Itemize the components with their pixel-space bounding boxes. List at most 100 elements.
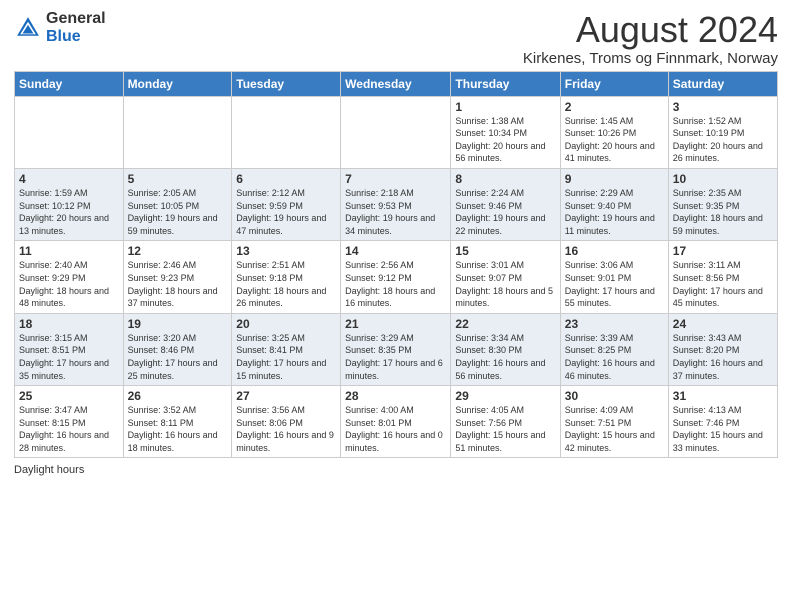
day-number: 13 (236, 244, 336, 258)
table-row: 7Sunrise: 2:18 AM Sunset: 9:53 PM Daylig… (341, 168, 451, 240)
day-info: Sunrise: 2:18 AM Sunset: 9:53 PM Dayligh… (345, 187, 446, 237)
calendar-body: 1Sunrise: 1:38 AM Sunset: 10:34 PM Dayli… (15, 96, 778, 458)
day-number: 28 (345, 389, 446, 403)
day-number: 11 (19, 244, 119, 258)
table-row: 20Sunrise: 3:25 AM Sunset: 8:41 PM Dayli… (232, 313, 341, 385)
calendar-row: 25Sunrise: 3:47 AM Sunset: 8:15 PM Dayli… (15, 386, 778, 458)
calendar-header: Sunday Monday Tuesday Wednesday Thursday… (15, 71, 778, 96)
day-number: 17 (673, 244, 773, 258)
table-row: 23Sunrise: 3:39 AM Sunset: 8:25 PM Dayli… (560, 313, 668, 385)
day-info: Sunrise: 1:52 AM Sunset: 10:19 PM Daylig… (673, 115, 773, 165)
day-number: 23 (565, 317, 664, 331)
day-number: 27 (236, 389, 336, 403)
subtitle: Kirkenes, Troms og Finnmark, Norway (523, 50, 778, 67)
col-sunday: Sunday (15, 71, 124, 96)
day-info: Sunrise: 3:43 AM Sunset: 8:20 PM Dayligh… (673, 332, 773, 382)
day-info: Sunrise: 4:09 AM Sunset: 7:51 PM Dayligh… (565, 404, 664, 454)
table-row: 17Sunrise: 3:11 AM Sunset: 8:56 PM Dayli… (668, 241, 777, 313)
month-title: August 2024 (523, 10, 778, 50)
table-row: 16Sunrise: 3:06 AM Sunset: 9:01 PM Dayli… (560, 241, 668, 313)
day-info: Sunrise: 1:45 AM Sunset: 10:26 PM Daylig… (565, 115, 664, 165)
day-info: Sunrise: 2:29 AM Sunset: 9:40 PM Dayligh… (565, 187, 664, 237)
day-number: 29 (455, 389, 555, 403)
table-row: 27Sunrise: 3:56 AM Sunset: 8:06 PM Dayli… (232, 386, 341, 458)
table-row: 24Sunrise: 3:43 AM Sunset: 8:20 PM Dayli… (668, 313, 777, 385)
table-row (123, 96, 232, 168)
day-number: 31 (673, 389, 773, 403)
calendar: Sunday Monday Tuesday Wednesday Thursday… (14, 71, 778, 459)
day-number: 19 (128, 317, 228, 331)
day-number: 18 (19, 317, 119, 331)
table-row: 25Sunrise: 3:47 AM Sunset: 8:15 PM Dayli… (15, 386, 124, 458)
day-number: 8 (455, 172, 555, 186)
day-number: 10 (673, 172, 773, 186)
table-row: 15Sunrise: 3:01 AM Sunset: 9:07 PM Dayli… (451, 241, 560, 313)
day-number: 14 (345, 244, 446, 258)
col-thursday: Thursday (451, 71, 560, 96)
logo-icon (14, 14, 42, 42)
day-number: 15 (455, 244, 555, 258)
table-row (232, 96, 341, 168)
header: General Blue August 2024 Kirkenes, Troms… (14, 10, 778, 67)
day-number: 3 (673, 100, 773, 114)
day-info: Sunrise: 2:35 AM Sunset: 9:35 PM Dayligh… (673, 187, 773, 237)
table-row: 21Sunrise: 3:29 AM Sunset: 8:35 PM Dayli… (341, 313, 451, 385)
logo-general-text: General (46, 10, 106, 28)
table-row: 9Sunrise: 2:29 AM Sunset: 9:40 PM Daylig… (560, 168, 668, 240)
day-info: Sunrise: 2:12 AM Sunset: 9:59 PM Dayligh… (236, 187, 336, 237)
day-number: 7 (345, 172, 446, 186)
day-info: Sunrise: 3:11 AM Sunset: 8:56 PM Dayligh… (673, 259, 773, 309)
day-info: Sunrise: 3:06 AM Sunset: 9:01 PM Dayligh… (565, 259, 664, 309)
day-info: Sunrise: 3:25 AM Sunset: 8:41 PM Dayligh… (236, 332, 336, 382)
day-info: Sunrise: 2:46 AM Sunset: 9:23 PM Dayligh… (128, 259, 228, 309)
table-row: 2Sunrise: 1:45 AM Sunset: 10:26 PM Dayli… (560, 96, 668, 168)
logo-blue-text: Blue (46, 28, 106, 46)
day-number: 21 (345, 317, 446, 331)
table-row: 6Sunrise: 2:12 AM Sunset: 9:59 PM Daylig… (232, 168, 341, 240)
col-wednesday: Wednesday (341, 71, 451, 96)
table-row: 5Sunrise: 2:05 AM Sunset: 10:05 PM Dayli… (123, 168, 232, 240)
table-row: 11Sunrise: 2:40 AM Sunset: 9:29 PM Dayli… (15, 241, 124, 313)
day-info: Sunrise: 4:05 AM Sunset: 7:56 PM Dayligh… (455, 404, 555, 454)
logo: General Blue (14, 10, 106, 45)
table-row: 22Sunrise: 3:34 AM Sunset: 8:30 PM Dayli… (451, 313, 560, 385)
day-info: Sunrise: 2:05 AM Sunset: 10:05 PM Daylig… (128, 187, 228, 237)
day-number: 30 (565, 389, 664, 403)
table-row: 31Sunrise: 4:13 AM Sunset: 7:46 PM Dayli… (668, 386, 777, 458)
table-row: 1Sunrise: 1:38 AM Sunset: 10:34 PM Dayli… (451, 96, 560, 168)
day-info: Sunrise: 2:24 AM Sunset: 9:46 PM Dayligh… (455, 187, 555, 237)
day-info: Sunrise: 3:20 AM Sunset: 8:46 PM Dayligh… (128, 332, 228, 382)
day-info: Sunrise: 3:47 AM Sunset: 8:15 PM Dayligh… (19, 404, 119, 454)
table-row: 19Sunrise: 3:20 AM Sunset: 8:46 PM Dayli… (123, 313, 232, 385)
calendar-row: 4Sunrise: 1:59 AM Sunset: 10:12 PM Dayli… (15, 168, 778, 240)
day-info: Sunrise: 1:59 AM Sunset: 10:12 PM Daylig… (19, 187, 119, 237)
table-row: 4Sunrise: 1:59 AM Sunset: 10:12 PM Dayli… (15, 168, 124, 240)
day-number: 12 (128, 244, 228, 258)
day-info: Sunrise: 3:01 AM Sunset: 9:07 PM Dayligh… (455, 259, 555, 309)
day-info: Sunrise: 4:13 AM Sunset: 7:46 PM Dayligh… (673, 404, 773, 454)
table-row: 30Sunrise: 4:09 AM Sunset: 7:51 PM Dayli… (560, 386, 668, 458)
col-saturday: Saturday (668, 71, 777, 96)
logo-text: General Blue (46, 10, 106, 45)
day-number: 5 (128, 172, 228, 186)
daylight-label: Daylight hours (14, 464, 84, 476)
day-number: 16 (565, 244, 664, 258)
day-info: Sunrise: 3:29 AM Sunset: 8:35 PM Dayligh… (345, 332, 446, 382)
title-block: August 2024 Kirkenes, Troms og Finnmark,… (523, 10, 778, 67)
day-info: Sunrise: 1:38 AM Sunset: 10:34 PM Daylig… (455, 115, 555, 165)
day-info: Sunrise: 3:39 AM Sunset: 8:25 PM Dayligh… (565, 332, 664, 382)
day-info: Sunrise: 3:15 AM Sunset: 8:51 PM Dayligh… (19, 332, 119, 382)
day-info: Sunrise: 3:34 AM Sunset: 8:30 PM Dayligh… (455, 332, 555, 382)
col-tuesday: Tuesday (232, 71, 341, 96)
day-number: 20 (236, 317, 336, 331)
calendar-row: 11Sunrise: 2:40 AM Sunset: 9:29 PM Dayli… (15, 241, 778, 313)
table-row: 13Sunrise: 2:51 AM Sunset: 9:18 PM Dayli… (232, 241, 341, 313)
calendar-row: 1Sunrise: 1:38 AM Sunset: 10:34 PM Dayli… (15, 96, 778, 168)
table-row (341, 96, 451, 168)
table-row: 14Sunrise: 2:56 AM Sunset: 9:12 PM Dayli… (341, 241, 451, 313)
calendar-row: 18Sunrise: 3:15 AM Sunset: 8:51 PM Dayli… (15, 313, 778, 385)
footer: Daylight hours (14, 464, 778, 476)
day-info: Sunrise: 2:40 AM Sunset: 9:29 PM Dayligh… (19, 259, 119, 309)
day-info: Sunrise: 3:56 AM Sunset: 8:06 PM Dayligh… (236, 404, 336, 454)
day-number: 6 (236, 172, 336, 186)
